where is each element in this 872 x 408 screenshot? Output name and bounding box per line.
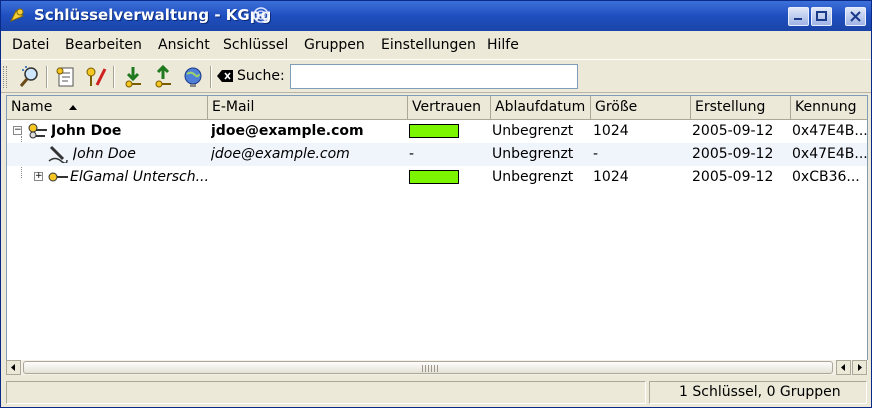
key-created: 2005-09-12 [692,123,774,139]
status-bar: 1 Schlüssel, 0 Gruppen [1,379,871,407]
title-bar[interactable]: Schlüsselverwaltung - KGpg [1,1,871,31]
trust-indicator [409,170,459,184]
scrollbar-thumb[interactable] [23,361,833,374]
keypair-icon [28,123,47,139]
scroll-left-button-2[interactable] [836,360,851,375]
status-message [6,381,646,404]
horizontal-scrollbar[interactable] [6,360,868,375]
signature-expiry: Unbegrenzt [492,146,574,162]
table-row[interactable]: + ElGamal Untersch... Unbegrenzt 1024 20… [7,166,867,189]
menu-einstellungen[interactable]: Einstellungen [381,37,476,53]
minimize-icon [794,18,802,20]
signature-email: jdoe@example.com [211,146,350,162]
grip-icon [422,365,438,372]
status-counts: 1 Schlüssel, 0 Gruppen [649,381,867,404]
table-row[interactable]: John Doe jdoe@example.com - Unbegrenzt -… [7,143,868,166]
kgpg-window: Schlüsselverwaltung - KGpg Datei Bearbei… [0,0,872,408]
key-sign-edit-icon[interactable] [84,65,108,89]
menu-schluessel[interactable]: Schlüssel [223,37,288,53]
menu-bar: Datei Bearbeiten Ansicht Schlüssel Grupp… [1,31,871,59]
collapse-toggle[interactable]: − [13,126,22,135]
export-key-icon[interactable] [151,65,175,89]
menu-hilfe[interactable]: Hilfe [487,37,519,53]
signature-created: 2005-09-12 [692,146,774,162]
subkey-name: ElGamal Untersch... [70,169,208,185]
toolbar-separator [210,66,212,88]
menu-bearbeiten[interactable]: Bearbeiten [65,37,142,53]
key-expiry: Unbegrenzt [492,123,574,139]
kgpg-app-icon[interactable] [8,7,26,25]
key-name: John Doe [51,123,122,139]
find-key-icon[interactable] [18,65,42,89]
subkey-size: 1024 [593,169,629,185]
column-header-email[interactable]: E-Mail [208,96,408,120]
trust-indicator [409,124,459,138]
window-title: Schlüsselverwaltung - KGpg [34,6,272,24]
signature-id: 0x47E4B... [792,146,868,162]
column-header-name[interactable]: Name [7,96,208,120]
menu-gruppen[interactable]: Gruppen [304,37,365,53]
kde-swirl-icon [253,7,269,23]
list-header: Name E-Mail Vertrauen Ablaufdatum Größe … [7,96,867,120]
key-size: 1024 [593,123,629,139]
maximize-icon [816,11,827,21]
subkey-created: 2005-09-12 [692,169,774,185]
toolbar-handle[interactable] [3,66,7,88]
subkey-icon [48,172,68,182]
menu-datei[interactable]: Datei [12,37,49,53]
scroll-right-button[interactable] [852,360,867,375]
toolbar: Suche: [1,59,871,93]
close-icon [850,11,861,22]
sort-ascending-icon [69,105,77,110]
minimize-button[interactable] [788,7,809,26]
arrow-right-icon [858,364,862,371]
search-input[interactable] [290,64,578,89]
maximize-button[interactable] [811,7,832,26]
scroll-left-button[interactable] [6,360,21,375]
menu-ansicht[interactable]: Ansicht [158,37,210,53]
signature-trust: - [409,146,415,162]
signature-size: - [593,146,599,162]
signature-name: John Doe [73,146,136,162]
close-button[interactable] [845,7,866,26]
search-label: Suche: [237,68,285,84]
subkey-expiry: Unbegrenzt [492,169,574,185]
key-id: 0x47E4B... [792,123,868,139]
column-header-id[interactable]: Kennung [791,96,867,120]
table-row[interactable]: − John Doe jdoe@example.com Unbegrenzt 1… [7,120,868,143]
import-key-icon[interactable] [121,65,145,89]
arrow-left-icon [841,364,845,371]
keyserver-globe-icon[interactable] [181,65,205,89]
key-email: jdoe@example.com [211,123,364,139]
column-header-size[interactable]: Größe [591,96,691,120]
key-properties-icon[interactable] [54,65,78,89]
toolbar-separator [113,66,115,88]
key-list[interactable]: Name E-Mail Vertrauen Ablaufdatum Größe … [6,95,868,375]
column-header-trust[interactable]: Vertrauen [408,96,491,120]
column-header-created[interactable]: Erstellung [691,96,791,120]
clear-search-icon[interactable] [217,70,233,82]
toolbar-separator [46,66,48,88]
subkey-id: 0xCB36... [792,169,860,185]
arrow-left-icon [11,364,15,371]
signature-pen-icon [48,145,68,163]
expand-toggle[interactable]: + [34,172,43,181]
column-header-expiry[interactable]: Ablaufdatum [491,96,591,120]
